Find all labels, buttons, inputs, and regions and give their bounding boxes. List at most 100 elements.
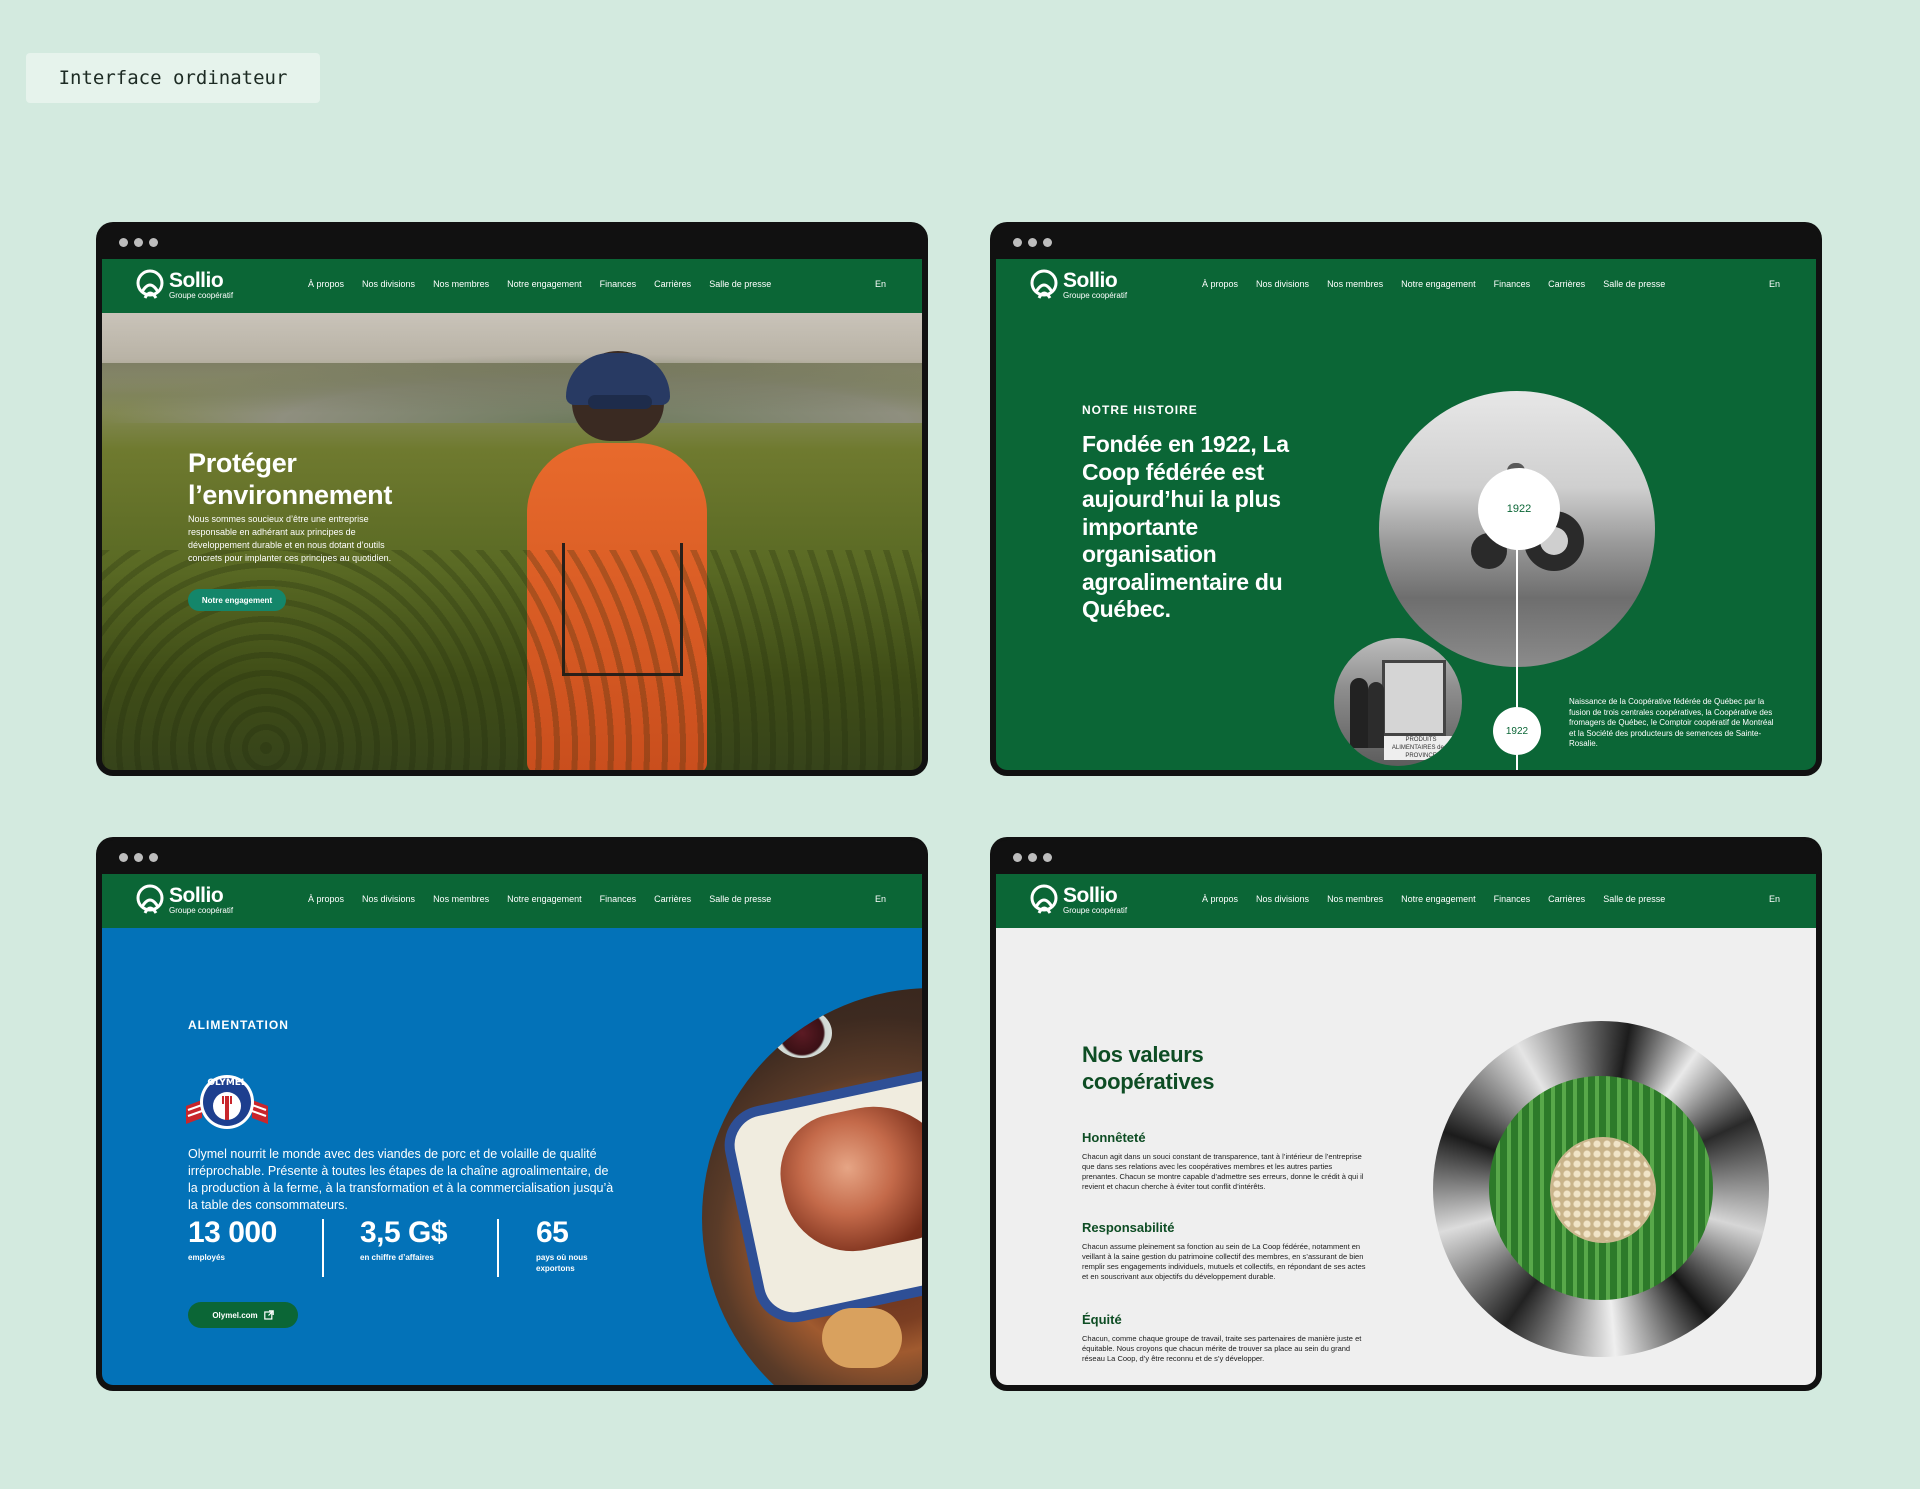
nav-item-notre-engagement[interactable]: Notre engagement xyxy=(1401,279,1476,289)
brand-tagline: Groupe coopératif xyxy=(169,905,234,915)
window-dot xyxy=(1028,853,1037,862)
olymel-logo-text: OLYMEL xyxy=(207,1078,247,1088)
stat-revenue: 3,5 G$ en chiffre d’affaires xyxy=(360,1216,448,1262)
stat-divider xyxy=(497,1219,499,1277)
nav-item-carrieres[interactable]: Carrières xyxy=(1548,279,1585,289)
nav-item-a-propos[interactable]: À propos xyxy=(1202,279,1238,289)
timeline-year-marker-small[interactable]: 1922 xyxy=(1493,707,1541,755)
window-dot xyxy=(1013,238,1022,247)
engagement-button[interactable]: Notre engagement xyxy=(188,589,286,611)
window-dot xyxy=(1043,853,1052,862)
brand-name: Sollio xyxy=(169,883,224,907)
nav-item-nos-membres[interactable]: Nos membres xyxy=(1327,894,1383,904)
nav-item-carrieres[interactable]: Carrières xyxy=(654,894,691,904)
division-eyebrow: ALIMENTATION xyxy=(188,1018,289,1032)
division-description: Olymel nourrit le monde avec des viandes… xyxy=(188,1147,614,1212)
storefront-photo: PRODUITS ALIMENTAIRES de la PROVINCE xyxy=(1334,638,1462,766)
nav-item-salle-de-presse[interactable]: Salle de presse xyxy=(709,894,771,904)
window-dot xyxy=(1013,853,1022,862)
sollio-logo-icon xyxy=(1030,884,1058,914)
stat-employees: 13 000 employés xyxy=(188,1216,277,1262)
brand-name: Sollio xyxy=(169,268,224,292)
nav-item-finances[interactable]: Finances xyxy=(600,279,637,289)
olymel-link-button[interactable]: Olymel.com xyxy=(188,1302,298,1328)
brand-tagline: Groupe coopératif xyxy=(169,290,234,300)
nav-item-nos-divisions[interactable]: Nos divisions xyxy=(1256,279,1309,289)
browser-window-alimentation: ALIMENTATION OLYMEL Olymel nourrit le mo… xyxy=(99,840,925,1388)
window-titlebar xyxy=(993,840,1819,874)
language-switch[interactable]: En xyxy=(875,894,886,904)
site-nav: Sollio Groupe coopératif À propos Nos di… xyxy=(102,259,922,313)
window-dot xyxy=(134,238,143,247)
hero-title: Protéger l’environnement xyxy=(188,448,393,510)
brand-tagline: Groupe coopératif xyxy=(1063,290,1128,300)
stat-divider xyxy=(322,1219,324,1277)
site-nav: Sollio Groupe coopératif À propos Nos di… xyxy=(996,874,1816,928)
sollio-logo-icon xyxy=(136,269,164,299)
window-titlebar xyxy=(993,225,1819,259)
site-nav: Sollio Groupe coopératif À propos Nos di… xyxy=(996,259,1816,313)
nav-item-carrieres[interactable]: Carrières xyxy=(1548,894,1585,904)
nav-item-salle-de-presse[interactable]: Salle de presse xyxy=(1603,279,1665,289)
nav-item-nos-membres[interactable]: Nos membres xyxy=(1327,279,1383,289)
sollio-logo-icon xyxy=(1030,269,1058,299)
nav-item-finances[interactable]: Finances xyxy=(1494,894,1531,904)
storefront-sign: PRODUITS ALIMENTAIRES de la PROVINCE xyxy=(1384,736,1458,760)
window-dot xyxy=(119,238,128,247)
browser-window-environment: Protéger l’environnement Nous sommes sou… xyxy=(99,225,925,773)
nav-item-nos-divisions[interactable]: Nos divisions xyxy=(362,894,415,904)
olymel-link-label: Olymel.com xyxy=(212,1310,258,1320)
nav-item-carrieres[interactable]: Carrières xyxy=(654,279,691,289)
sollio-logo[interactable]: Sollio Groupe coopératif xyxy=(1030,268,1127,302)
window-dot xyxy=(119,853,128,862)
nav-item-a-propos[interactable]: À propos xyxy=(1202,894,1238,904)
browser-window-history: NOTRE HISTOIRE Fondée en 1922, La Coop f… xyxy=(993,225,1819,773)
nav-item-nos-membres[interactable]: Nos membres xyxy=(433,894,489,904)
brand-name: Sollio xyxy=(1063,268,1118,292)
nav-item-finances[interactable]: Finances xyxy=(600,894,637,904)
olymel-logo: OLYMEL xyxy=(186,1075,268,1129)
main-menu: À propos Nos divisions Nos membres Notre… xyxy=(1202,279,1683,289)
sollio-logo[interactable]: Sollio Groupe coopératif xyxy=(1030,883,1127,917)
nav-item-salle-de-presse[interactable]: Salle de presse xyxy=(709,279,771,289)
brand-tagline: Groupe coopératif xyxy=(1063,905,1128,915)
external-link-icon xyxy=(263,1310,274,1320)
value-item-honnetete: Honnêteté Chacun agit dans un souci cons… xyxy=(1082,1130,1364,1191)
nav-item-nos-membres[interactable]: Nos membres xyxy=(433,279,489,289)
sollio-logo-icon xyxy=(136,884,164,914)
value-item-equite: Équité Chacun, comme chaque groupe de tr… xyxy=(1082,1312,1362,1363)
nav-item-nos-divisions[interactable]: Nos divisions xyxy=(362,279,415,289)
nav-item-notre-engagement[interactable]: Notre engagement xyxy=(1401,894,1476,904)
values-title: Nos valeurs coopératives xyxy=(1082,1042,1215,1094)
hero-description: Nous sommes soucieux d’être une entrepri… xyxy=(188,514,392,563)
language-switch[interactable]: En xyxy=(1769,894,1780,904)
brand-name: Sollio xyxy=(1063,883,1118,907)
nav-item-a-propos[interactable]: À propos xyxy=(308,894,344,904)
nav-item-notre-engagement[interactable]: Notre engagement xyxy=(507,894,582,904)
window-dot xyxy=(1028,238,1037,247)
language-switch[interactable]: En xyxy=(875,279,886,289)
values-section: Nos valeurs coopératives Honnêteté Chacu… xyxy=(996,928,1816,1385)
history-section: NOTRE HISTOIRE Fondée en 1922, La Coop f… xyxy=(996,313,1816,770)
nav-item-a-propos[interactable]: À propos xyxy=(308,279,344,289)
timeline-year-marker[interactable]: 1922 xyxy=(1478,468,1560,550)
window-dot xyxy=(149,238,158,247)
main-menu: À propos Nos divisions Nos membres Notre… xyxy=(1202,894,1683,904)
nav-item-nos-divisions[interactable]: Nos divisions xyxy=(1256,894,1309,904)
main-menu: À propos Nos divisions Nos membres Notre… xyxy=(308,279,789,289)
sollio-logo[interactable]: Sollio Groupe coopératif xyxy=(136,268,233,302)
sollio-logo[interactable]: Sollio Groupe coopératif xyxy=(136,883,233,917)
nav-item-salle-de-presse[interactable]: Salle de presse xyxy=(1603,894,1665,904)
window-dot xyxy=(1043,238,1052,247)
nav-item-finances[interactable]: Finances xyxy=(1494,279,1531,289)
window-titlebar xyxy=(99,840,925,874)
browser-window-values: Nos valeurs coopératives Honnêteté Chacu… xyxy=(993,840,1819,1388)
section-label: Interface ordinateur xyxy=(26,53,320,103)
window-titlebar xyxy=(99,225,925,259)
language-switch[interactable]: En xyxy=(1769,279,1780,289)
alimentation-section: ALIMENTATION OLYMEL Olymel nourrit le mo… xyxy=(102,928,922,1385)
nav-item-notre-engagement[interactable]: Notre engagement xyxy=(507,279,582,289)
soybeans-image xyxy=(1550,1137,1656,1243)
history-headline: Fondée en 1922, La Coop fédérée est aujo… xyxy=(1082,431,1289,622)
food-photo xyxy=(702,988,922,1385)
